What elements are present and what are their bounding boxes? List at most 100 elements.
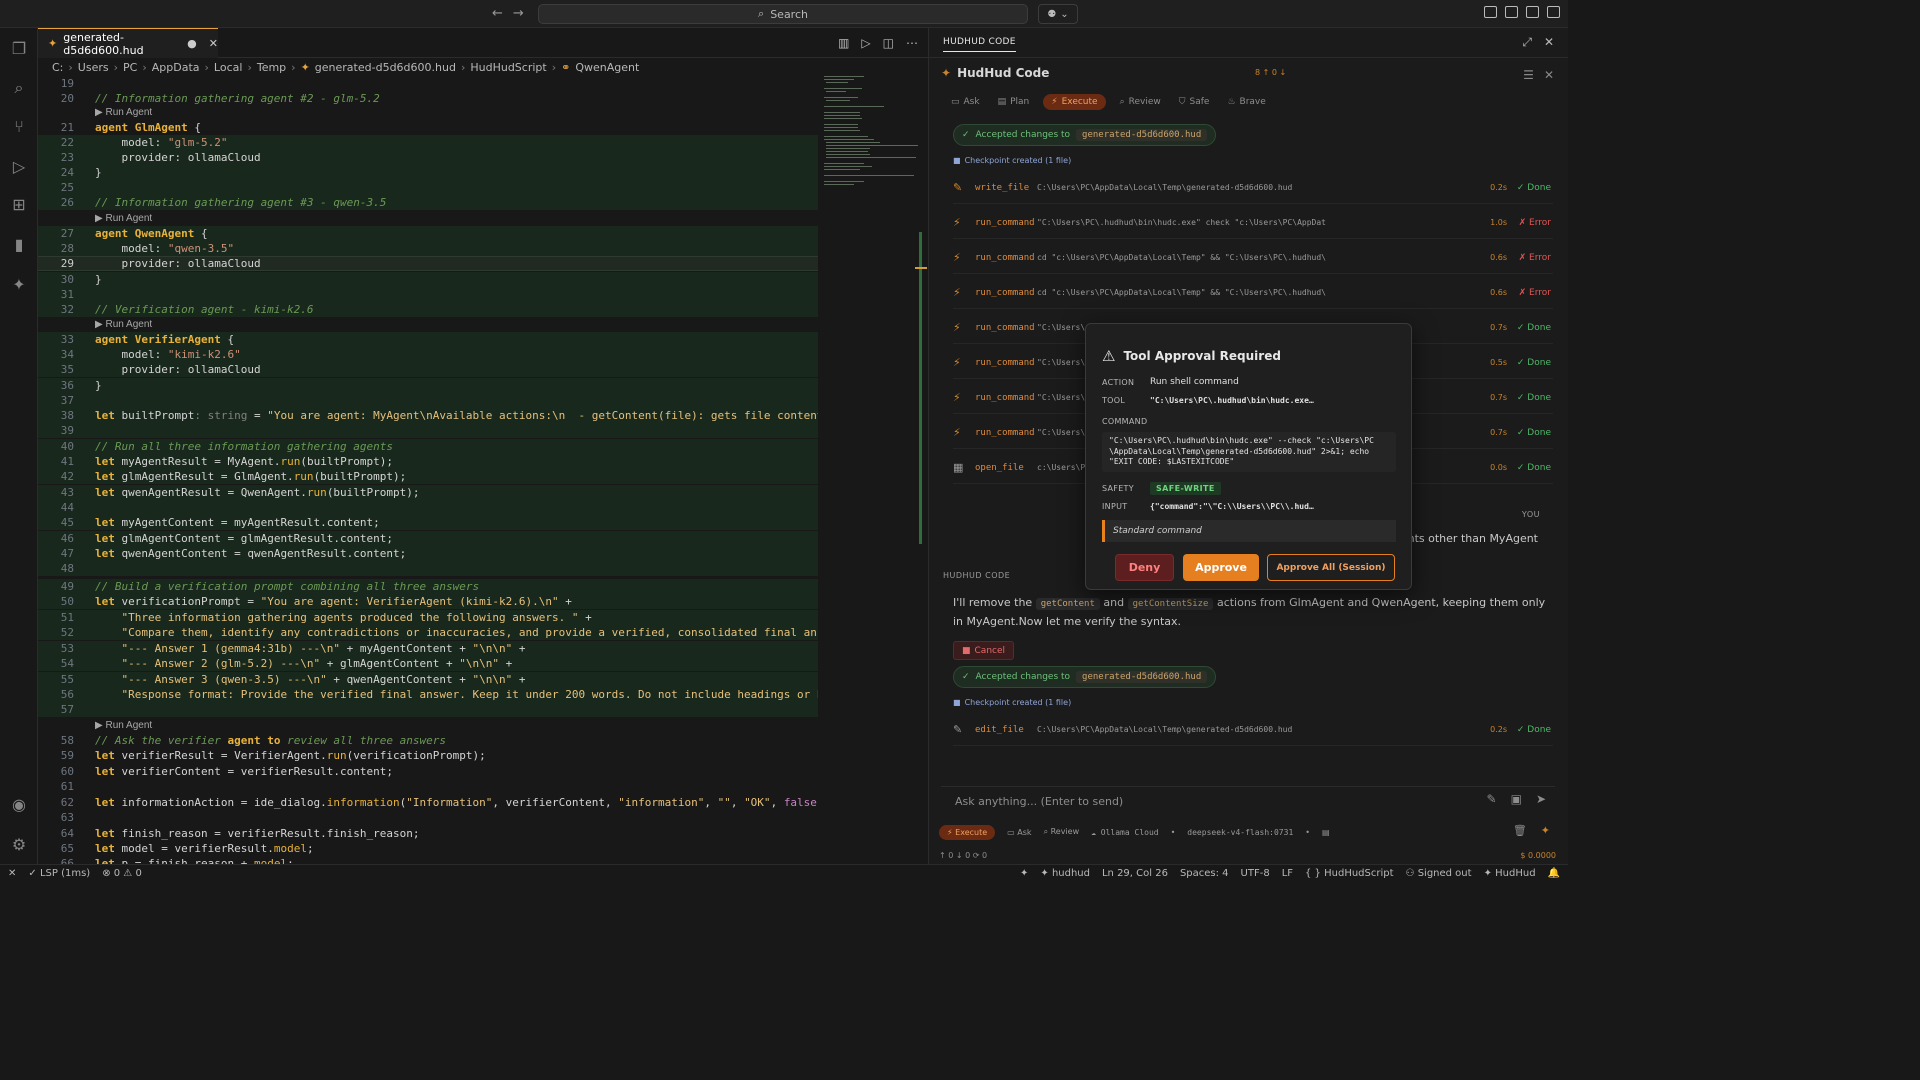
close-icon[interactable]: ✕ (1544, 35, 1554, 50)
image-icon[interactable]: ▣ (1511, 792, 1522, 806)
tool-call-row[interactable]: ⚡ run_command cd "c:\Users\PC\AppData\Lo… (953, 242, 1553, 274)
stop-icon: ■ (962, 645, 971, 656)
back-arrow-icon[interactable]: ← (492, 6, 503, 21)
chart-icon[interactable]: ▮ (9, 234, 29, 254)
breadcrumb-item[interactable]: Temp (257, 61, 286, 74)
review-mode-button[interactable]: ⌕ Review (1044, 827, 1080, 837)
close-tab-icon[interactable]: ✕ (209, 37, 218, 50)
tool-row: TOOL "C:\Users\PC\.hudhud\bin\hudc.exe… (1102, 396, 1314, 405)
close-icon[interactable]: ✕ (1544, 68, 1554, 82)
mode-review[interactable]: ⌕ Review (1116, 94, 1165, 110)
problems-status[interactable]: ⊗ 0 ⚠ 0 (102, 868, 142, 879)
cancel-button[interactable]: ■ Cancel (953, 641, 1015, 660)
more-actions-icon[interactable]: ⋯ (906, 36, 918, 50)
breadcrumb-item[interactable]: C: (52, 61, 63, 74)
cursor-position[interactable]: Ln 29, Col 26 (1102, 868, 1168, 879)
explorer-icon[interactable]: ❐ (9, 38, 29, 58)
toggle-primary-sidebar-icon[interactable] (1505, 6, 1518, 18)
tool-name: run_command (975, 217, 1035, 228)
editor-tab-active[interactable]: ✦ generated-d5d6d600.hud ● ✕ (38, 28, 218, 58)
breadcrumb-item[interactable]: QwenAgent (575, 61, 639, 74)
pen-icon[interactable]: ✎ (1487, 792, 1497, 806)
toggle-panel-icon[interactable] (1526, 6, 1539, 18)
breadcrumb-item[interactable]: HudHudScript (470, 61, 546, 74)
split-editor-icon[interactable]: ◫ (883, 36, 894, 50)
source-control-icon[interactable]: ⑂ (9, 116, 29, 136)
model-select[interactable]: deepseek-v4-flash:0731 (1187, 828, 1293, 837)
codelens-run-agent[interactable]: ▶ Run Agent (95, 213, 152, 225)
status-bar: ✕ ✓ LSP (1ms) ⊗ 0 ⚠ 0 ✦ ✦ hudhud Ln 29, … (0, 864, 1568, 882)
mode-execute[interactable]: ⚡ Execute (1043, 94, 1106, 110)
hudhud-brand[interactable]: ✦ HudHud (1484, 868, 1536, 879)
hudhud-status[interactable]: ✦ hudhud (1040, 868, 1090, 879)
code-line: 48 (38, 561, 818, 576)
toggle-secondary-sidebar-icon[interactable] (1547, 6, 1560, 18)
accepted-file[interactable]: generated-d5d6d600.hud (1076, 129, 1208, 141)
forward-arrow-icon[interactable]: → (513, 6, 524, 21)
ask-mode-button[interactable]: ▭ Ask (1007, 828, 1031, 837)
menu-icon[interactable]: ☰ (1523, 68, 1534, 82)
accepted-file[interactable]: generated-d5d6d600.hud (1076, 671, 1208, 683)
run-debug-icon[interactable]: ▷ (9, 156, 29, 176)
tool-duration: 1.0s (1490, 218, 1507, 227)
deny-button[interactable]: Deny (1115, 554, 1174, 581)
chevron-right-icon: › (68, 60, 73, 74)
account-icon[interactable]: ◉ (9, 794, 29, 814)
tool-call-row[interactable]: ⚡ run_command "C:\Users\PC\.hudhud\bin\h… (953, 207, 1553, 239)
tab-hudhud-code[interactable]: HUDHUD CODE (943, 37, 1016, 52)
mode-brave[interactable]: ♨ Brave (1223, 94, 1269, 110)
line-number: 38 (60, 409, 74, 422)
execute-mode-button[interactable]: ⚡ Execute (939, 824, 996, 840)
lsp-status[interactable]: ✓ LSP (1ms) (28, 868, 90, 879)
checkpoint-info[interactable]: ■ Checkpoint created (1 file) (953, 698, 1071, 707)
approve-all-session-button[interactable]: Approve All (Session) (1267, 554, 1395, 581)
maximize-icon[interactable]: ⤢ (1522, 35, 1532, 50)
breadcrumb-item[interactable]: Local (214, 61, 243, 74)
breadcrumb-item[interactable]: PC (123, 61, 137, 74)
codelens-run-agent[interactable]: ▶ Run Agent (95, 107, 152, 119)
codelens-run-agent[interactable]: ▶ Run Agent (95, 720, 152, 732)
editor-scrollbar[interactable] (919, 232, 922, 544)
breadcrumb-item[interactable]: Users (78, 61, 109, 74)
tool-call-row[interactable]: ✎ edit_file C:\Users\PC\AppData\Local\Te… (953, 714, 1553, 746)
tool-call-row[interactable]: ✎ write_file C:\Users\PC\AppData\Local\T… (953, 172, 1553, 204)
trash-icon[interactable]: 🗑 (1513, 824, 1527, 837)
settings-gear-icon[interactable]: ⚙ (9, 834, 29, 854)
extensions-icon[interactable]: ⊞ (9, 194, 29, 214)
hudhud-bird-icon[interactable]: ✦ (9, 274, 29, 294)
sparkle-icon[interactable]: ✦ (1541, 824, 1550, 837)
context-icon[interactable]: ▤ (1322, 828, 1330, 837)
customize-layout-icon[interactable] (1484, 6, 1497, 18)
separator-dot: • (1170, 827, 1176, 837)
copilot-menu-button[interactable]: ⚉ ⌄ (1038, 4, 1078, 24)
tab-title: generated-d5d6d600.hud (63, 30, 144, 57)
code-editor[interactable]: 19 20// Information gathering agent #2 -… (38, 76, 818, 864)
approve-button[interactable]: Approve (1183, 554, 1259, 581)
tool-call-row[interactable]: ⚡ run_command cd "c:\Users\PC\AppData\Lo… (953, 277, 1553, 309)
minimap[interactable] (822, 72, 918, 192)
breadcrumb-item[interactable]: AppData (152, 61, 200, 74)
chat-input[interactable]: Ask anything... (Enter to send) (941, 786, 1555, 816)
codelens-run-agent[interactable]: ▶ Run Agent (95, 319, 152, 331)
mode-safe[interactable]: ⛉ Safe (1175, 94, 1214, 110)
account-status[interactable]: ⚇ Signed out (1406, 868, 1472, 879)
encoding[interactable]: UTF-8 (1241, 868, 1270, 879)
mode-label: Safe (1189, 97, 1210, 107)
command-center-search[interactable]: ⌕ Search (538, 4, 1028, 24)
search-view-icon[interactable]: ⌕ (9, 78, 29, 98)
assistant-message: I'll remove the getContent and getConten… (953, 594, 1553, 630)
mode-plan[interactable]: ▤ Plan (994, 94, 1034, 110)
breadcrumb-item[interactable]: generated-d5d6d600.hud (315, 61, 456, 74)
end-of-line[interactable]: LF (1282, 868, 1293, 879)
provider-select[interactable]: ☁ Ollama Cloud (1091, 828, 1158, 837)
remote-icon[interactable]: ✕ (8, 868, 16, 879)
send-icon[interactable]: ➤ (1536, 792, 1546, 806)
mode-ask[interactable]: ▭ Ask (947, 94, 984, 110)
checkpoint-info[interactable]: ■ Checkpoint created (1 file) (953, 156, 1071, 165)
indentation[interactable]: Spaces: 4 (1180, 868, 1229, 879)
bell-icon[interactable]: 🔔 (1548, 868, 1560, 879)
run-icon[interactable]: ▷ (861, 36, 870, 50)
hudhud-bird-icon[interactable]: ✦ (1020, 868, 1028, 879)
language-mode[interactable]: { } HudHudScript (1305, 868, 1394, 879)
chart-icon[interactable]: ▥ (838, 36, 849, 50)
